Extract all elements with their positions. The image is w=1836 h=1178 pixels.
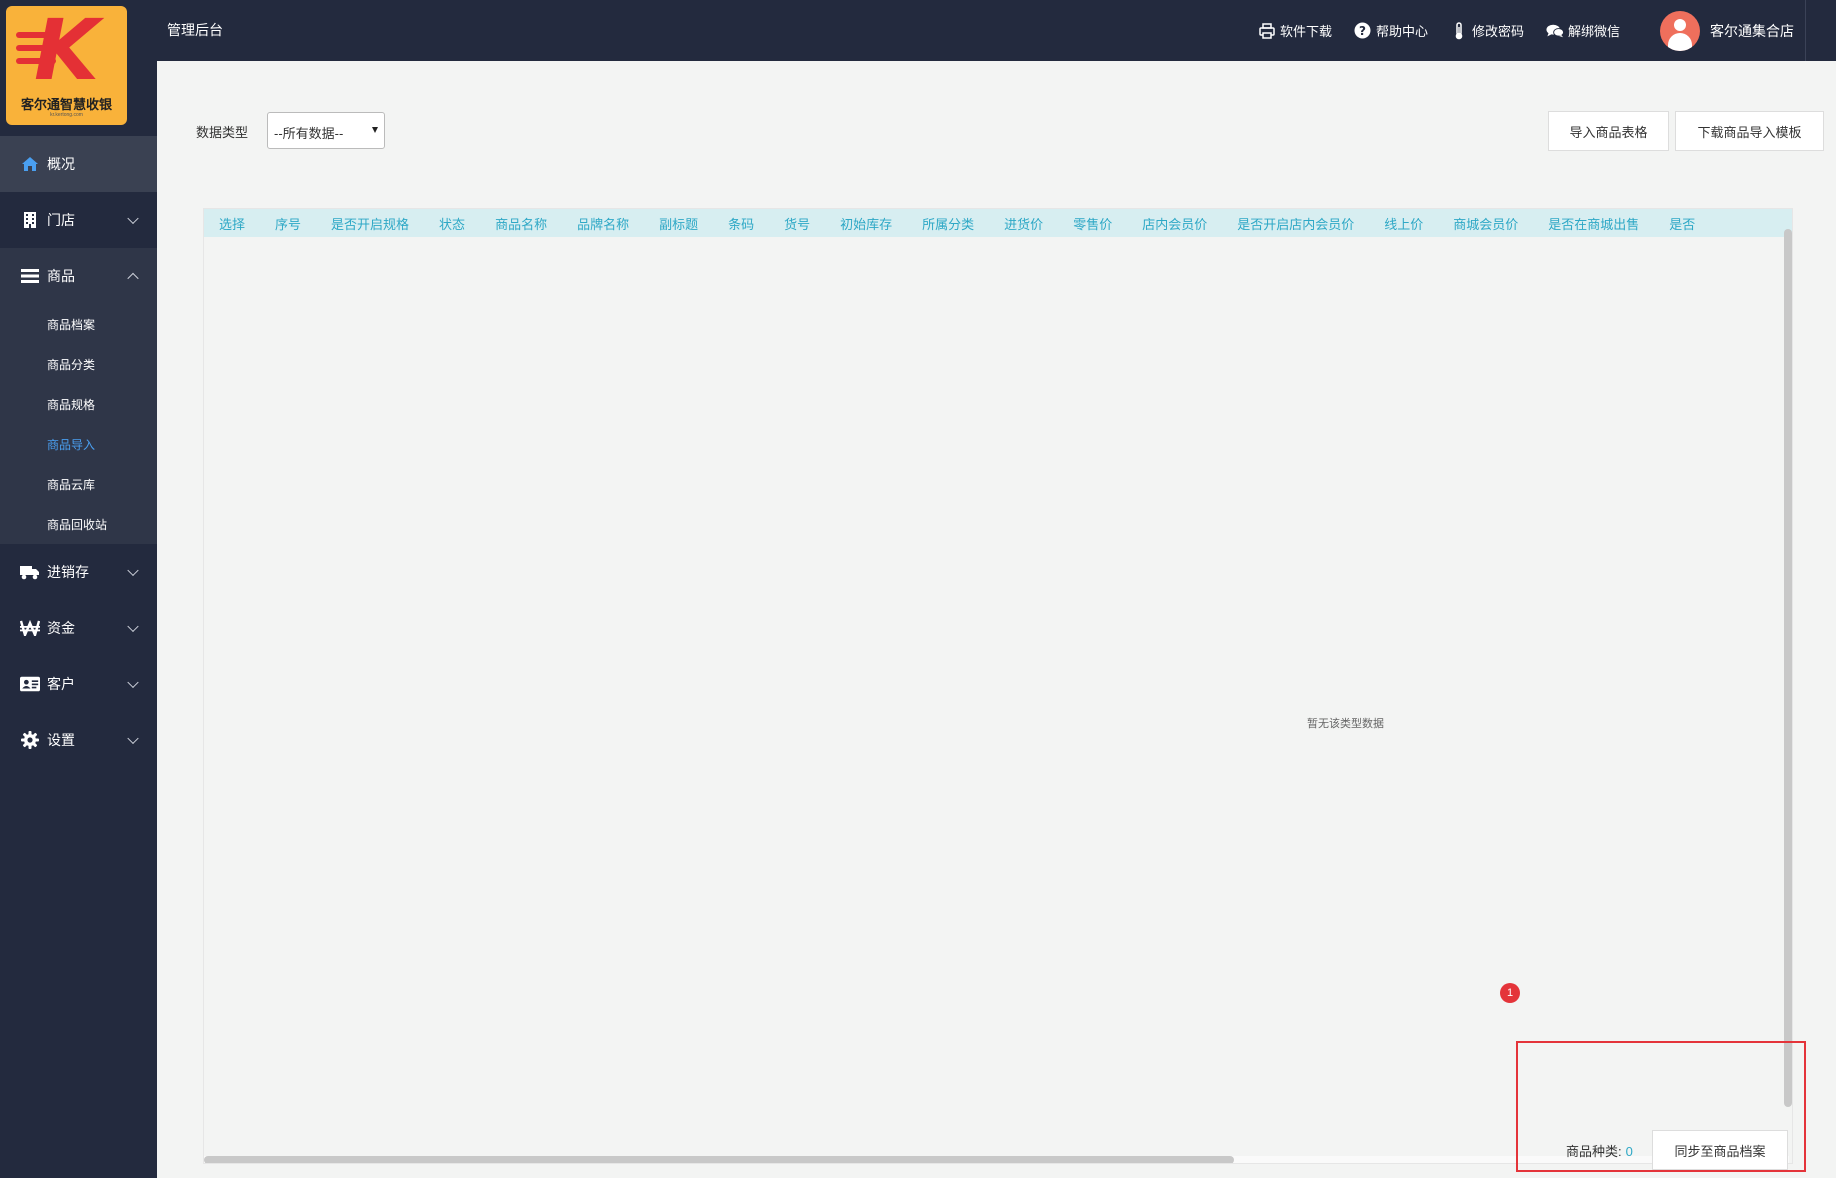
sidebar-item-label: 概况 [47, 156, 75, 172]
logo[interactable]: K 客尔通智慧收银 kr.kertong.com [6, 6, 127, 125]
column-header[interactable]: 商品名称 [480, 214, 562, 233]
column-header[interactable]: 品牌名称 [562, 214, 644, 233]
chevron-down-icon [127, 732, 139, 745]
goods-submenu: 商品档案 商品分类 商品规格 商品导入 商品云库 商品回收站 [0, 304, 157, 544]
avatar [1660, 10, 1700, 51]
sidebar-item-settings[interactable]: 设置 [0, 712, 157, 768]
column-header[interactable]: 零售价 [1058, 214, 1127, 233]
logo-brand: 客尔通智慧收银 [20, 97, 112, 112]
list-icon [20, 266, 40, 286]
won-icon [20, 618, 40, 638]
goods-count-label: 商品种类: [1566, 1144, 1622, 1159]
column-header[interactable]: 条码 [713, 214, 769, 233]
download-template-button[interactable]: 下载商品导入模板 [1675, 111, 1824, 151]
submenu-item-goods-archive[interactable]: 商品档案 [0, 304, 157, 344]
sidebar-nav: 概况 门店 商品 商品档案 商品分类 商品规格 商品导入 商品云库 商品回收站 [0, 136, 157, 768]
sync-to-archive-button[interactable]: 同步至商品档案 [1652, 1130, 1788, 1170]
id-card-icon [20, 674, 40, 694]
help-icon: ? [1354, 22, 1372, 40]
import-table: 选择 序号 是否开启规格 状态 商品名称 品牌名称 副标题 条码 货号 初始库存… [203, 208, 1793, 1164]
unbind-wechat-link[interactable]: 解绑微信 [1546, 21, 1620, 40]
sidebar-item-inventory[interactable]: 进销存 [0, 544, 157, 600]
change-password-link[interactable]: 修改密码 [1450, 21, 1524, 40]
sidebar-item-label: 进销存 [47, 564, 89, 580]
sidebar-item-label: 设置 [47, 732, 75, 748]
chevron-down-icon [127, 212, 139, 225]
sidebar-item-label: 客户 [47, 676, 75, 692]
sidebar-item-label: 资金 [47, 620, 75, 636]
software-download-link[interactable]: 软件下载 [1258, 21, 1332, 40]
svg-text:?: ? [1359, 24, 1366, 38]
submenu-item-goods-cloud[interactable]: 商品云库 [0, 464, 157, 504]
caret-down-icon [372, 127, 378, 133]
main-content: 数据类型 --所有数据-- 导入商品表格 下载商品导入模板 选择 序号 是否开启… [157, 61, 1836, 1178]
chevron-down-icon [127, 676, 139, 689]
page-title: 管理后台 [167, 22, 223, 38]
sidebar-item-funds[interactable]: 资金 [0, 600, 157, 656]
column-header[interactable]: 是否 [1654, 214, 1710, 233]
column-header[interactable]: 进货价 [989, 214, 1058, 233]
sidebar-item-store[interactable]: 门店 [0, 192, 157, 248]
building-icon [20, 210, 40, 230]
goods-count: 商品种类: 0 [1566, 1141, 1633, 1160]
gear-icon [20, 730, 40, 750]
column-header[interactable]: 是否开启规格 [316, 214, 424, 233]
chevron-up-icon [127, 272, 139, 285]
submenu-item-goods-spec[interactable]: 商品规格 [0, 384, 157, 424]
logo-letter: K [33, 6, 100, 99]
submenu-item-goods-recycle[interactable]: 商品回收站 [0, 504, 157, 544]
import-goods-button[interactable]: 导入商品表格 [1548, 111, 1669, 151]
goods-count-value: 0 [1625, 1144, 1633, 1159]
help-center-link[interactable]: ? 帮助中心 [1354, 21, 1428, 40]
submenu-item-goods-import[interactable]: 商品导入 [0, 424, 157, 464]
chat-icon [1546, 22, 1564, 40]
column-header[interactable]: 选择 [204, 214, 260, 233]
link-label: 修改密码 [1471, 24, 1524, 39]
data-type-selected: --所有数据-- [274, 126, 344, 141]
chevron-down-icon [127, 620, 139, 633]
horizontal-scrollbar[interactable] [204, 1156, 1234, 1163]
column-header[interactable]: 所属分类 [907, 214, 989, 233]
topbar-divider [1805, 0, 1806, 61]
column-header[interactable]: 状态 [424, 214, 480, 233]
sidebar-item-label: 门店 [47, 212, 75, 228]
column-header[interactable]: 货号 [769, 214, 825, 233]
data-type-label: 数据类型 [196, 125, 249, 140]
link-label: 软件下载 [1279, 24, 1332, 39]
user-menu[interactable]: 客尔通集合店 [1660, 10, 1794, 51]
topbar-links: 软件下载 ? 帮助中心 修改密码 解绑微信 客尔通集合店 [1236, 0, 1794, 61]
column-header[interactable]: 序号 [260, 214, 316, 233]
column-header[interactable]: 是否开启店内会员价 [1222, 214, 1369, 233]
column-header[interactable]: 店内会员价 [1127, 214, 1222, 233]
user-name: 客尔通集合店 [1710, 22, 1794, 39]
link-label: 帮助中心 [1375, 24, 1428, 39]
table-header: 选择 序号 是否开启规格 状态 商品名称 品牌名称 副标题 条码 货号 初始库存… [204, 209, 1792, 237]
home-icon [20, 154, 40, 174]
notification-badge: 1 [1500, 983, 1520, 1003]
column-header[interactable]: 是否在商城出售 [1533, 214, 1654, 233]
column-header[interactable]: 初始库存 [825, 214, 907, 233]
sidebar-item-goods[interactable]: 商品 [0, 248, 157, 304]
logo-domain: kr.kertong.com [50, 112, 83, 118]
vertical-scrollbar[interactable] [1784, 229, 1792, 1107]
link-label: 解绑微信 [1567, 24, 1620, 39]
column-header[interactable]: 副标题 [644, 214, 713, 233]
data-type-select[interactable]: --所有数据-- [267, 112, 385, 149]
chevron-down-icon [127, 564, 139, 577]
submenu-item-goods-category[interactable]: 商品分类 [0, 344, 157, 384]
thermometer-icon [1450, 21, 1468, 40]
sidebar-item-customer[interactable]: 客户 [0, 656, 157, 712]
printer-icon [1258, 22, 1276, 40]
empty-state-text: 暂无该类型数据 [1307, 718, 1384, 730]
sidebar: K 客尔通智慧收银 kr.kertong.com 概况 门店 商品 商品档案 商… [0, 0, 157, 1178]
column-header[interactable]: 商城会员价 [1438, 214, 1533, 233]
topbar: 管理后台 软件下载 ? 帮助中心 修改密码 解绑微信 客尔通集合店 [157, 0, 1836, 61]
column-header[interactable]: 线上价 [1369, 214, 1438, 233]
sidebar-item-overview[interactable]: 概况 [0, 136, 157, 192]
sidebar-item-label: 商品 [47, 268, 75, 284]
truck-icon [20, 562, 40, 582]
